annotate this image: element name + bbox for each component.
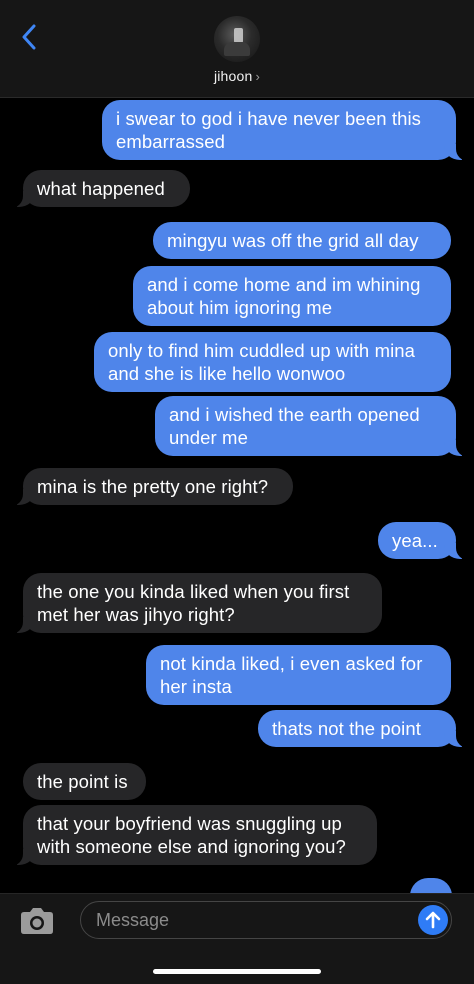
contact-name-button[interactable]: jihoon › <box>0 68 474 84</box>
message-bubble-received[interactable]: mina is the pretty one right? <box>9 468 293 506</box>
camera-icon <box>21 908 53 934</box>
contact-avatar[interactable] <box>214 16 260 62</box>
message-input[interactable]: Message <box>80 901 452 939</box>
message-bubble-received[interactable]: that your boyfriend was snuggling up wit… <box>9 805 377 866</box>
message-bubble-received[interactable]: the one you kinda liked when you first m… <box>9 573 382 634</box>
conversation-header: jihoon › <box>0 0 474 98</box>
home-indicator <box>153 969 321 974</box>
message-placeholder: Message <box>96 910 170 930</box>
message-bubble-sent[interactable]: and i come home and im whining about him… <box>133 266 451 326</box>
camera-button[interactable] <box>18 906 56 936</box>
message-bubble-sent[interactable]: only to find him cuddled up with mina an… <box>94 332 451 392</box>
message-bubble-sent[interactable]: yea... <box>378 522 470 560</box>
back-button[interactable] <box>14 20 44 54</box>
message-bubble-sent[interactable]: and i wished the earth opened under me <box>155 396 470 457</box>
message-bubble-received[interactable]: the point is <box>23 763 146 800</box>
chevron-right-icon: › <box>255 69 261 84</box>
chevron-left-icon <box>22 24 36 50</box>
send-button[interactable] <box>418 905 448 935</box>
message-bubble-sent[interactable]: mingyu was off the grid all day <box>153 222 451 259</box>
arrow-up-icon <box>425 911 441 929</box>
message-bubble-sent[interactable]: not kinda liked, i even asked for her in… <box>146 645 451 705</box>
message-composer: Message <box>0 893 474 984</box>
message-bubble-sent[interactable]: i swear to god i have never been this em… <box>102 100 470 161</box>
message-bubble-received[interactable]: what happened <box>9 170 190 208</box>
message-bubble-sent[interactable]: thats not the point <box>258 710 470 748</box>
message-thread[interactable]: i swear to god i have never been this em… <box>0 98 474 893</box>
typing-indicator-bubble <box>410 878 452 893</box>
contact-name: jihoon <box>213 68 253 84</box>
